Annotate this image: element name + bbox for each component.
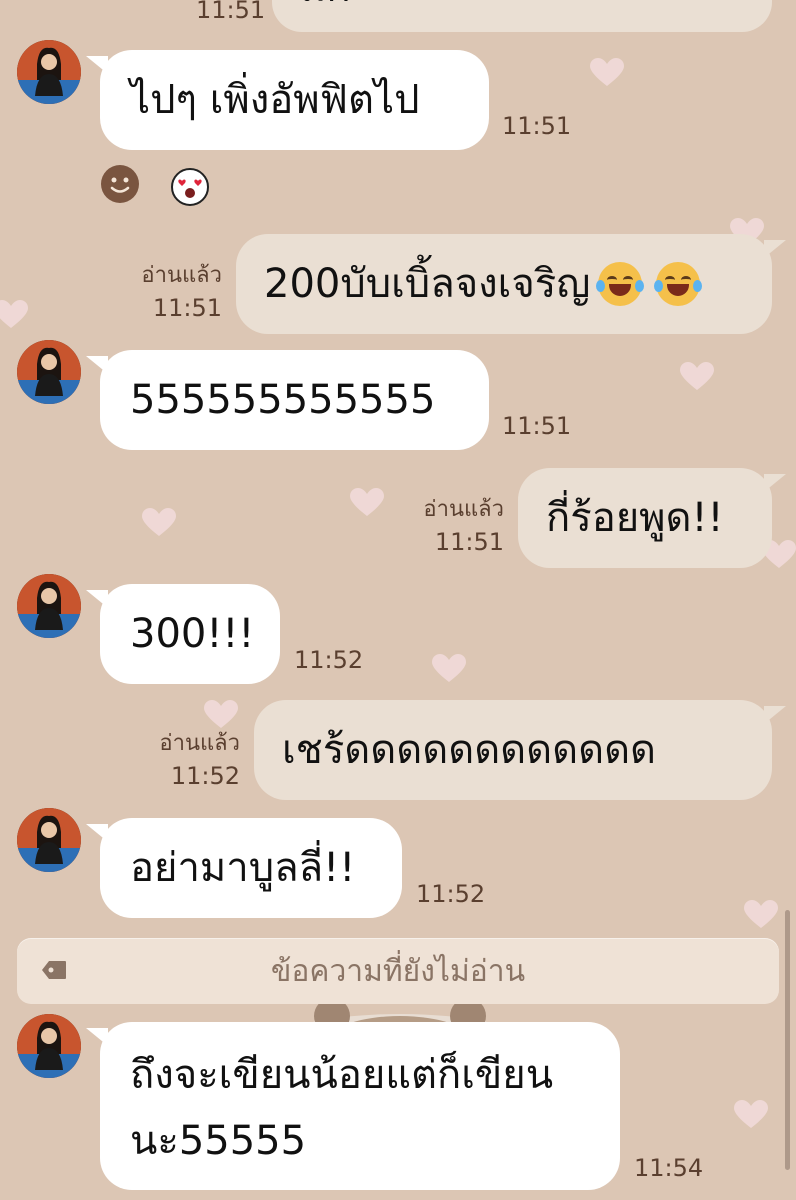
message-text-line: ถึงจะเขียนน้อยแต่ก็เขียน	[130, 1052, 554, 1098]
message-time: 11:52	[294, 646, 364, 674]
read-receipt: อ่านแล้ว	[423, 497, 504, 522]
message-time: 11:52	[170, 762, 240, 790]
laughing-tears-emoji-icon	[596, 262, 645, 306]
contact-avatar[interactable]	[17, 1014, 81, 1078]
heart-decoration-icon	[680, 362, 714, 390]
message-text: 555555555555	[130, 377, 436, 423]
heart-eyes-reaction-icon[interactable]	[171, 168, 209, 206]
heart-decoration-icon	[142, 508, 176, 536]
read-receipt: อ่านแล้ว	[141, 263, 222, 288]
smile-reaction-icon[interactable]	[101, 165, 139, 203]
tag-icon	[42, 961, 66, 979]
heart-decoration-icon	[0, 300, 28, 328]
laughing-tears-emoji-icon	[654, 262, 703, 306]
message-meta: อ่านแล้ว 11:51	[118, 260, 222, 324]
chat-bubble-incoming[interactable]: ถึงจะเขียนน้อยแต่ก็เขียน นะ55555	[86, 1022, 620, 1190]
message-text: อย่ามาบูลลี่!!	[130, 845, 356, 891]
message-text: 200บับเบิ้ลจงเจริญ	[264, 261, 591, 307]
heart-decoration-icon	[350, 488, 384, 516]
message-text: เชร้ดดดดดดดดดดดด	[282, 727, 657, 773]
message-time: 11:51	[434, 528, 504, 556]
chat-bubble-incoming[interactable]: อย่ามาบูลลี่!!	[86, 818, 402, 918]
contact-avatar[interactable]	[17, 808, 81, 872]
avatar-photo	[17, 340, 81, 404]
chat-bubble-incoming[interactable]: ไปๆ เพิ่งอัพฟิตไป	[86, 50, 489, 150]
contact-avatar[interactable]	[17, 40, 81, 104]
read-receipt: อ่านแล้ว	[159, 731, 240, 756]
chat-bubble-outgoing[interactable]: มีก	[272, 0, 772, 32]
message-time: 11:52	[416, 880, 486, 908]
message-time: 11:51	[502, 412, 572, 440]
chat-bubble-outgoing[interactable]: เชร้ดดดดดดดดดดดด	[254, 700, 786, 800]
message-meta: อ่านแล้ว 11:52	[134, 728, 240, 792]
unread-divider-label: ข้อความที่ยังไม่อ่าน	[270, 953, 526, 989]
message-text-line: นะ55555	[130, 1118, 307, 1164]
heart-decoration-icon	[204, 700, 238, 728]
message-text: 300!!!	[130, 611, 255, 657]
message-time: 11:51	[152, 294, 222, 322]
avatar-photo	[17, 808, 81, 872]
avatar-photo	[17, 1014, 81, 1078]
chat-bubble-outgoing[interactable]: 200บับเบิ้ลจงเจริญ	[236, 234, 786, 334]
message-time: 11:51	[196, 0, 266, 24]
message-time: 11:51	[502, 112, 572, 140]
heart-decoration-icon	[590, 58, 624, 86]
message-text: กี่ร้อยพูด!!	[546, 495, 724, 541]
contact-avatar[interactable]	[17, 574, 81, 638]
unread-messages-divider: ข้อความที่ยังไม่อ่าน	[17, 938, 779, 1004]
heart-decoration-icon	[734, 1100, 768, 1128]
heart-decoration-icon	[432, 654, 466, 682]
heart-decoration-icon	[744, 900, 778, 928]
message-text: มีก	[300, 0, 351, 8]
message-time: 11:54	[634, 1154, 704, 1182]
avatar-photo	[17, 574, 81, 638]
message-meta: อ่านแล้ว 11:51	[398, 494, 504, 558]
chat-bubble-incoming[interactable]: 555555555555	[86, 350, 489, 450]
chat-bubble-incoming[interactable]: 300!!!	[86, 584, 280, 684]
message-text: ไปๆ เพิ่งอัพฟิตไป	[130, 77, 420, 123]
contact-avatar[interactable]	[17, 340, 81, 404]
avatar-photo	[17, 40, 81, 104]
chat-bubble-outgoing[interactable]: กี่ร้อยพูด!!	[518, 468, 786, 568]
scrollbar[interactable]	[785, 910, 790, 1170]
